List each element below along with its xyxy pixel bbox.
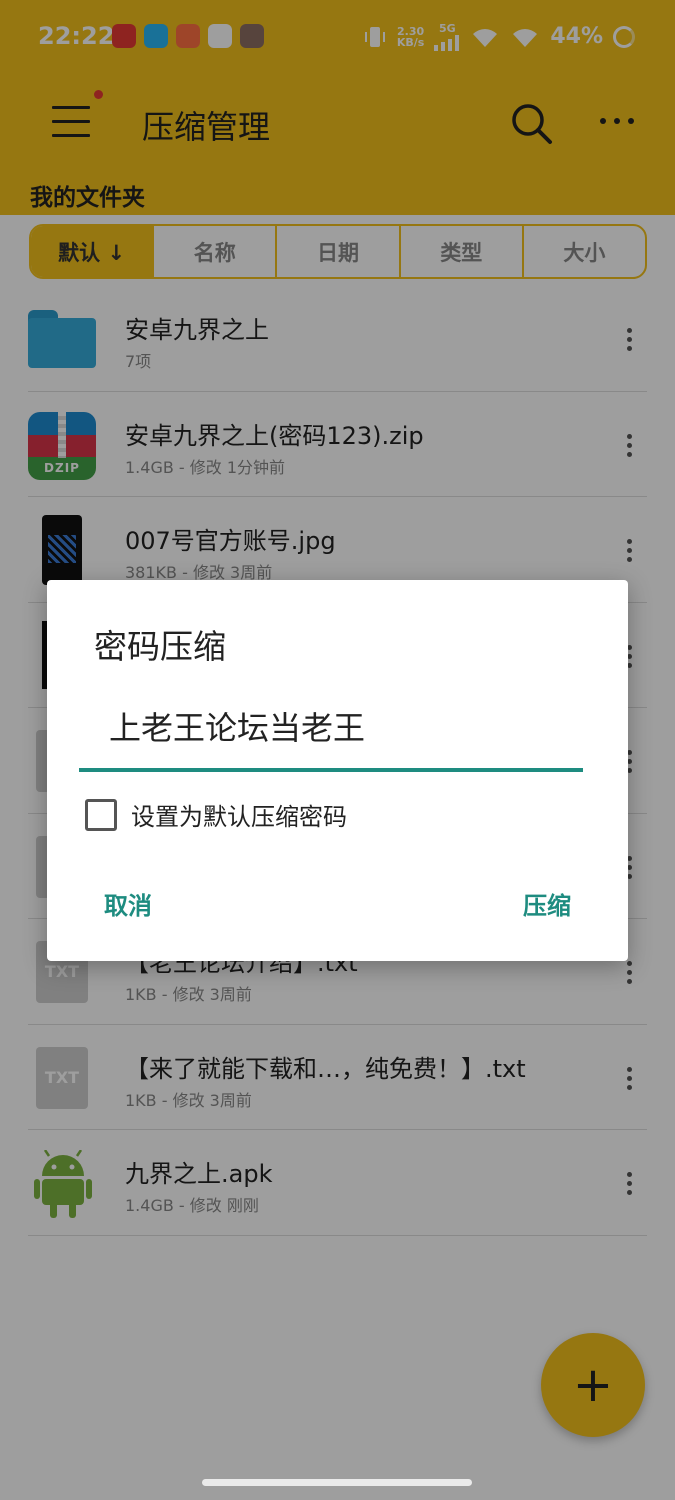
default-password-checkbox[interactable] [85,798,117,831]
password-compress-dialog: 密码压缩 设置为默认压缩密码 取消 压缩 [47,580,628,961]
checkbox-label: 设置为默认压缩密码 [131,803,347,831]
password-input[interactable] [79,698,583,772]
cancel-button[interactable]: 取消 [104,886,152,921]
compress-button[interactable]: 压缩 [523,886,571,921]
home-indicator [202,1479,472,1486]
dialog-title: 密码压缩 [94,627,226,666]
default-password-option[interactable]: 设置为默认压缩密码 [85,797,347,832]
